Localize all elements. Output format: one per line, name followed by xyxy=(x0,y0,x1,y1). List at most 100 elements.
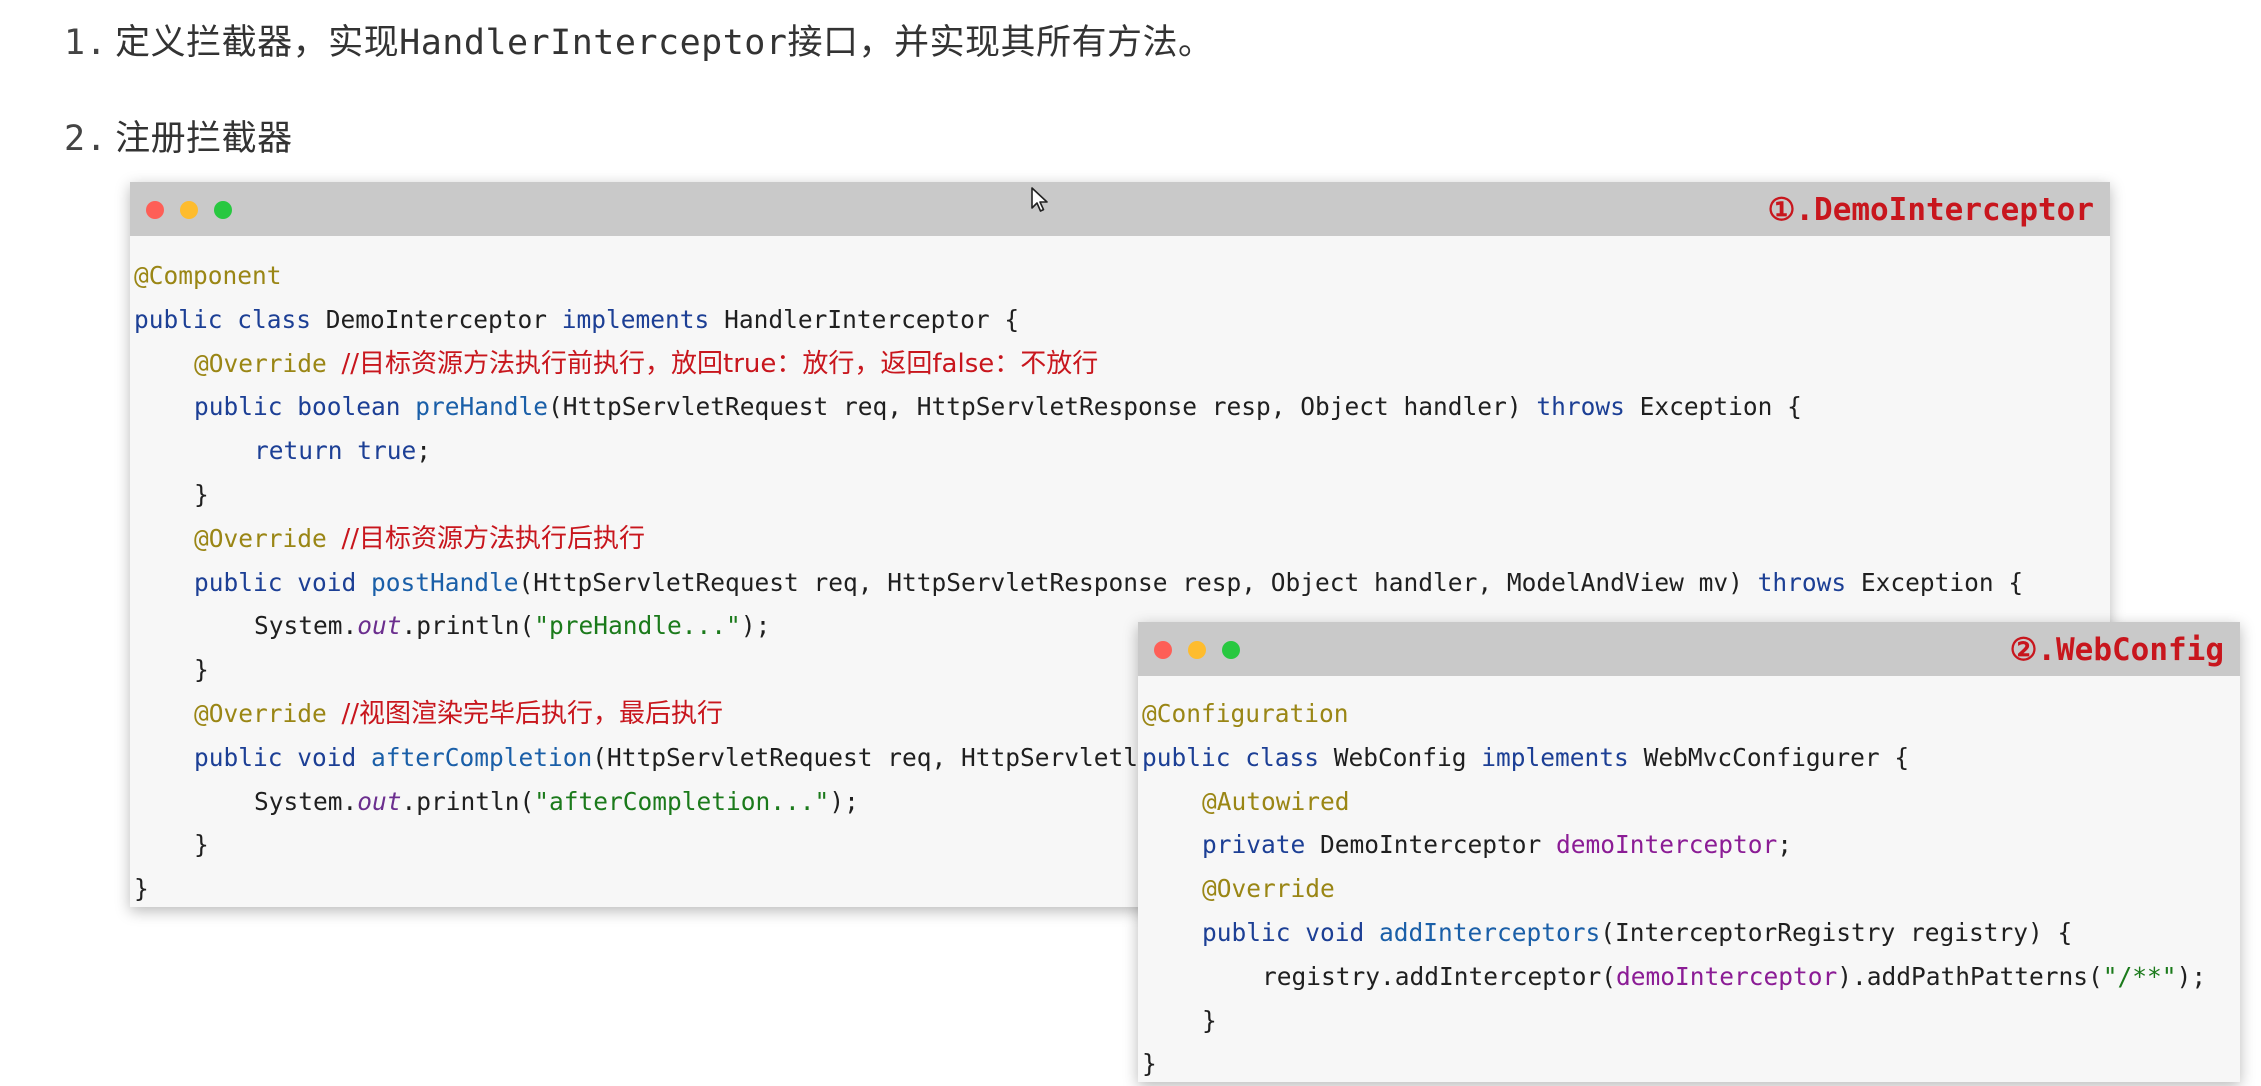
punct: ; xyxy=(416,436,432,466)
method-args: (HttpServletRequest req, HttpServletResp… xyxy=(518,567,1758,597)
code-line: @Override //目标资源方法执行前执行，放回true：放行，返回fals… xyxy=(134,342,2110,386)
step-number: 1. xyxy=(64,23,108,63)
step-1: 1. 定义拦截器，实现HandlerInterceptor接口，并实现其所有方法。 xyxy=(64,14,1213,65)
static-field: out xyxy=(357,786,402,816)
method-call: ).addPathPatterns( xyxy=(1837,961,2103,991)
annotation: @Override xyxy=(1202,874,1335,904)
window-titlebar: ①.DemoInterceptor xyxy=(130,182,2110,236)
keyword: boolean xyxy=(297,392,416,422)
window-title: ①.DemoInterceptor xyxy=(1767,192,2094,228)
step-text: 注册拦截器 xyxy=(115,119,293,159)
maximize-dot-icon[interactable] xyxy=(1222,641,1240,659)
method-call: .println( xyxy=(401,786,535,816)
code-line: @Component xyxy=(134,254,2110,298)
code-window-web-config: ②.WebConfig @Configuration public class … xyxy=(1138,622,2240,1082)
close-dot-icon[interactable] xyxy=(1154,641,1172,659)
close-dot-icon[interactable] xyxy=(146,201,164,219)
string-literal: "afterCompletion..." xyxy=(534,786,830,816)
keyword: void xyxy=(297,567,372,597)
interface-name: HandlerInterceptor { xyxy=(724,304,1020,334)
annotation: @Configuration xyxy=(1142,699,1349,728)
code-line: @Override xyxy=(1142,867,2240,911)
code-line: @Configuration xyxy=(1142,692,2240,736)
code-line: } xyxy=(1142,1042,2240,1086)
comment: //目标资源方法执行前执行，放回true：放行，返回false：不放行 xyxy=(341,348,1099,379)
string-literal: "preHandle..." xyxy=(534,611,741,641)
window-titlebar: ②.WebConfig xyxy=(1138,622,2240,676)
code-line: } xyxy=(134,473,2110,517)
method-name: afterCompletion xyxy=(371,742,593,772)
keyword: public xyxy=(194,392,298,422)
keyword: implements xyxy=(561,304,725,334)
annotation: @Override xyxy=(194,523,342,553)
system-ref: System. xyxy=(254,786,358,816)
comment: //目标资源方法执行后执行 xyxy=(341,523,646,554)
annotation: @Component xyxy=(134,261,282,290)
brace: } xyxy=(194,830,209,860)
method-args: (InterceptorRegistry registry) { xyxy=(1600,917,2073,947)
keyword: class xyxy=(1245,742,1334,772)
punct: ); xyxy=(829,786,859,816)
window-title: ②.WebConfig xyxy=(2009,632,2224,668)
annotation: @Override xyxy=(194,698,342,728)
keyword: public xyxy=(194,742,298,772)
field-name: demoInterceptor xyxy=(1556,830,1778,860)
code-block: @Configuration public class WebConfig im… xyxy=(1138,676,2240,1086)
code-line: public boolean preHandle(HttpServletRequ… xyxy=(134,385,2110,429)
brace: } xyxy=(1202,1005,1217,1035)
maximize-dot-icon[interactable] xyxy=(214,201,232,219)
code-line: registry.addInterceptor(demoInterceptor)… xyxy=(1142,955,2240,999)
method-args: (HttpServletRequest req, HttpServletl xyxy=(592,742,1139,772)
method-name: preHandle xyxy=(415,392,549,422)
keyword: class xyxy=(237,304,326,334)
brace: } xyxy=(194,655,209,685)
window-controls xyxy=(1154,641,1240,659)
keyword: return xyxy=(254,436,358,466)
keyword: public xyxy=(194,567,298,597)
code-line: private DemoInterceptor demoInterceptor; xyxy=(1142,823,2240,867)
static-field: out xyxy=(357,611,402,641)
brace: } xyxy=(194,479,209,509)
system-ref: System. xyxy=(254,611,358,641)
field-name: demoInterceptor xyxy=(1616,961,1838,991)
code-line: public class WebConfig implements WebMvc… xyxy=(1142,736,2240,780)
annotation: @Override xyxy=(194,348,342,378)
punct: ); xyxy=(740,611,771,641)
code-line: @Override //目标资源方法执行后执行 xyxy=(134,517,2110,561)
method-name: addInterceptors xyxy=(1379,917,1601,947)
code-line: @Autowired xyxy=(1142,780,2240,824)
code-line: public void addInterceptors(InterceptorR… xyxy=(1142,911,2240,955)
type-name: DemoInterceptor xyxy=(1320,830,1557,860)
brace: } xyxy=(134,874,149,904)
code-line: } xyxy=(1142,999,2240,1043)
keyword: throws xyxy=(1757,567,1861,597)
step-2: 2. 注册拦截器 xyxy=(64,110,293,161)
code-line: return true; xyxy=(134,429,2110,473)
minimize-dot-icon[interactable] xyxy=(180,201,198,219)
interface-name: WebMvcConfigurer { xyxy=(1643,742,1910,772)
keyword: void xyxy=(1305,917,1380,947)
keyword: public xyxy=(1142,742,1246,772)
class-name: DemoInterceptor xyxy=(325,304,562,334)
code-line: public void postHandle(HttpServletReques… xyxy=(134,561,2110,605)
keyword: public xyxy=(1202,917,1306,947)
keyword: public xyxy=(134,304,238,334)
comment: //视图渲染完毕后执行，最后执行 xyxy=(341,698,724,729)
mouse-pointer-icon xyxy=(1030,186,1050,218)
method-name: postHandle xyxy=(371,567,519,597)
punct: ); xyxy=(2176,961,2207,991)
step-text: 定义拦截器，实现HandlerInterceptor接口，并实现其所有方法。 xyxy=(115,23,1214,63)
string-literal: "/**" xyxy=(2102,961,2177,991)
keyword: implements xyxy=(1481,742,1644,772)
brace: } xyxy=(1142,1049,1157,1079)
minimize-dot-icon[interactable] xyxy=(1188,641,1206,659)
annotation: @Autowired xyxy=(1202,786,1350,816)
method-args: (HttpServletRequest req, HttpServletResp… xyxy=(548,392,1537,422)
class-name: WebConfig xyxy=(1333,742,1482,772)
method-call: registry.addInterceptor( xyxy=(1262,961,1617,991)
keyword: void xyxy=(297,742,372,772)
step-number: 2. xyxy=(64,119,108,159)
keyword: throws xyxy=(1536,392,1640,422)
method-call: .println( xyxy=(401,611,535,641)
punct: ; xyxy=(1777,830,1793,860)
